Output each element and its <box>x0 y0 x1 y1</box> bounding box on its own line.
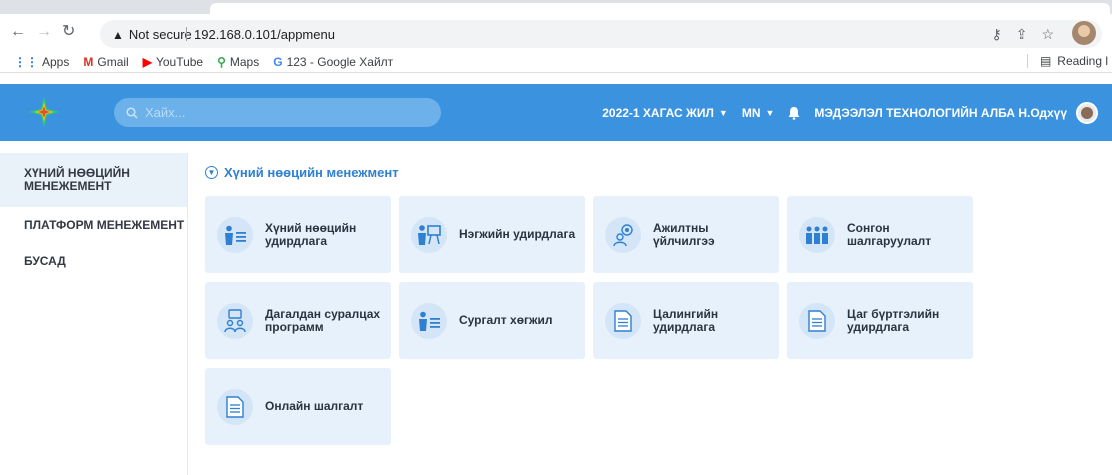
year-label: 2022-1 ХАГАС ЖИЛ <box>602 105 714 120</box>
gmail-icon: M <box>83 54 94 69</box>
logo-icon[interactable] <box>26 94 62 130</box>
sidebar-item-label: ХҮНИЙ НӨӨЦИЙН МЕНЕЖЕМЕНТ <box>24 166 130 193</box>
app-card-online-exam[interactable]: Онлайн шалгалт <box>205 368 391 445</box>
back-icon[interactable]: ← <box>10 24 26 40</box>
document-icon <box>217 388 253 425</box>
section-title: Хүний нөөцийн менежмент <box>224 165 399 180</box>
youtube-icon: ▶ <box>142 54 152 69</box>
star-icon[interactable]: ☆ <box>1041 26 1054 43</box>
app-card-mentoring[interactable]: Дагалдан суралцах программ <box>205 282 391 359</box>
employee-service-icon <box>605 216 641 253</box>
browser-toolbar: ← → ↻ ▲ Not secure 192.168.0.101/appmenu… <box>0 14 1112 51</box>
app-card-label: Онлайн шалгалт <box>265 399 364 413</box>
sidebar-item-platform-management[interactable]: ПЛАТФОРМ МЕНЕЖЕМЕНТ <box>0 207 187 243</box>
bookmark-label: 123 - Google Хайлт <box>286 54 394 69</box>
bookmark-gmail[interactable]: M Gmail <box>83 55 128 69</box>
reading-list-label: Reading l <box>1057 54 1108 68</box>
bookmark-label: YouTube <box>155 54 204 69</box>
app-grid: Хүний нөөцийн удирдлага Нэгжийн удирдлаг… <box>205 196 973 445</box>
document-icon <box>605 302 641 339</box>
app-header: 2022-1 ХАГАС ЖИЛ ▼ MN ▼ МЭДЭЭЛЭЛ ТЕХНОЛО… <box>0 84 1112 141</box>
search-input[interactable] <box>145 105 425 120</box>
chevron-circle-down-icon[interactable]: ▼ <box>205 166 218 179</box>
app-card-label: Ажилтны үйлчилгээ <box>653 220 715 248</box>
bookmark-label: Gmail <box>97 54 129 69</box>
profile-avatar[interactable] <box>1072 21 1096 45</box>
forward-icon[interactable]: → <box>36 24 52 40</box>
bookmark-label: Apps <box>42 54 70 69</box>
browser-tab-strip <box>0 0 1112 14</box>
app-card-label: Сонгон шалгаруулалт <box>847 220 932 248</box>
reload-icon[interactable]: ↻ <box>62 24 75 40</box>
app-card-training[interactable]: Сургалт хөгжил <box>399 282 585 359</box>
app-card-time-attendance[interactable]: Цаг бүртгэлийн удирдлага <box>787 282 973 359</box>
share-icon[interactable]: ⇪ <box>1016 26 1028 43</box>
chevron-down-icon: ▼ <box>718 107 728 118</box>
user-label: МЭДЭЭЛЭЛ ТЕХНОЛОГИЙН АЛБА Н.Одхүү <box>814 105 1067 120</box>
app-card-recruitment[interactable]: Сонгон шалгаруулалт <box>787 196 973 273</box>
user-menu[interactable]: МЭДЭЭЛЭЛ ТЕХНОЛОГИЙН АЛБА Н.Одхүү <box>814 101 1098 124</box>
mentoring-icon <box>217 302 253 339</box>
apps-grid-icon: ⋮⋮ <box>14 54 38 69</box>
search-box[interactable] <box>114 98 441 127</box>
browser-tab[interactable] <box>210 3 1110 14</box>
security-indicator[interactable]: ▲ Not secure <box>112 27 192 42</box>
sidebar: ХҮНИЙ НӨӨЦИЙН МЕНЕЖЕМЕНТ ПЛАТФОРМ МЕНЕЖЕ… <box>0 153 188 475</box>
bookmarks-bar: ⋮⋮ Apps M Gmail ▶ YouTube ⚲ Maps G 123 -… <box>0 51 1112 73</box>
app-card-hr-management[interactable]: Хүний нөөцийн удирдлага <box>205 196 391 273</box>
key-icon[interactable]: ⚷ <box>991 26 1001 43</box>
language-selector[interactable]: MN ▼ <box>742 106 775 120</box>
reading-list[interactable]: ▤ Reading l <box>1026 54 1108 68</box>
app-card-unit-management[interactable]: Нэгжийн удирдлага <box>399 196 585 273</box>
app-card-label: Цаг бүртгэлийн удирдлага <box>847 306 940 334</box>
sidebar-item-label: ПЛАТФОРМ МЕНЕЖЕМЕНТ <box>24 217 185 232</box>
sidebar-item-hr-management[interactable]: ХҮНИЙ НӨӨЦИЙН МЕНЕЖЕМЕНТ <box>0 153 187 207</box>
omnibox-divider <box>186 27 187 41</box>
address-bar[interactable]: ▲ Not secure 192.168.0.101/appmenu ⚷ ⇪ ☆ <box>100 20 1102 48</box>
app-card-employee-service[interactable]: Ажилтны үйлчилгээ <box>593 196 779 273</box>
bookmark-apps[interactable]: ⋮⋮ Apps <box>14 55 69 69</box>
bookmark-google[interactable]: G 123 - Google Хайлт <box>273 55 393 69</box>
reading-list-icon: ▤ <box>1039 54 1052 68</box>
app-card-label: Дагалдан суралцах программ <box>265 306 381 334</box>
url-text[interactable]: 192.168.0.101/appmenu <box>194 27 335 42</box>
google-icon: G <box>273 54 283 69</box>
bookmarks-divider <box>1026 54 1028 68</box>
security-label: Not secure <box>128 27 192 42</box>
app-card-label: Цалингийн удирдлага <box>653 306 719 334</box>
user-avatar <box>1076 101 1098 124</box>
bookmark-label: Maps <box>229 54 260 69</box>
warning-icon: ▲ <box>112 27 124 42</box>
presenter-board-icon <box>411 216 447 253</box>
search-icon <box>126 106 138 119</box>
maps-icon: ⚲ <box>217 54 226 69</box>
main-content: ▼ Хүний нөөцийн менежмент Хүний нөөцийн … <box>205 165 973 445</box>
app-card-payroll[interactable]: Цалингийн удирдлага <box>593 282 779 359</box>
section-header[interactable]: ▼ Хүний нөөцийн менежмент <box>205 165 399 180</box>
bell-icon[interactable] <box>788 106 800 120</box>
person-list-icon <box>217 216 253 253</box>
sidebar-item-label: БУСАД <box>24 253 66 268</box>
candidates-icon <box>799 216 835 253</box>
sidebar-item-other[interactable]: БУСАД <box>0 243 187 279</box>
app-card-label: Сургалт хөгжил <box>459 313 553 327</box>
document-icon <box>799 302 835 339</box>
chevron-down-icon: ▼ <box>765 107 775 118</box>
app-card-label: Нэгжийн удирдлага <box>459 227 576 241</box>
training-icon <box>411 302 447 339</box>
bookmark-youtube[interactable]: ▶ YouTube <box>143 55 203 69</box>
language-label: MN <box>741 105 761 120</box>
bookmark-maps[interactable]: ⚲ Maps <box>217 55 259 69</box>
year-selector[interactable]: 2022-1 ХАГАС ЖИЛ ▼ <box>602 106 728 120</box>
app-card-label: Хүний нөөцийн удирдлага <box>265 220 357 248</box>
